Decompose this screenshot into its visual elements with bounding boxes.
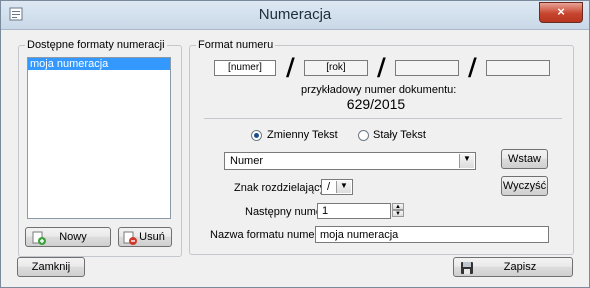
save-button[interactable]: Zapisz xyxy=(453,257,573,277)
close-window-button[interactable]: × xyxy=(539,2,583,23)
close-button-label: Zamknij xyxy=(31,261,71,273)
chevron-down-icon: ▼ xyxy=(336,181,351,193)
available-formats-title: Dostępne formaty numeracji xyxy=(25,39,167,51)
next-number-spinner[interactable]: ▲ ▼ xyxy=(392,203,404,217)
separator-slash-1: / xyxy=(286,53,295,81)
example-label: przykładowy numer dokumentu: xyxy=(301,84,457,96)
spin-down-icon[interactable]: ▼ xyxy=(392,210,404,217)
segment-2[interactable]: [rok] xyxy=(304,60,368,76)
separator-label: Znak rozdzielający xyxy=(234,182,326,194)
format-name-input[interactable]: moja numeracja xyxy=(315,226,549,243)
example-value: 629/2015 xyxy=(346,96,406,112)
close-icon: × xyxy=(557,4,565,19)
separator-slash-3: / xyxy=(468,53,477,81)
divider xyxy=(204,118,562,119)
radio-variable-text-label[interactable]: Zmienny Tekst xyxy=(267,129,338,141)
segment-4[interactable] xyxy=(486,60,550,76)
next-number-value: 1 xyxy=(322,205,329,217)
segment-1[interactable]: [numer] xyxy=(214,60,276,76)
radio-fixed-text[interactable] xyxy=(358,130,369,141)
variable-select-value: Numer xyxy=(230,155,264,167)
chevron-down-icon: ▼ xyxy=(459,154,474,168)
clear-button-label: Wyczyść xyxy=(502,180,547,192)
separator-slash-2: / xyxy=(377,53,386,81)
separator-select[interactable]: / ▼ xyxy=(321,179,353,195)
number-format-title: Format numeru xyxy=(196,39,276,51)
save-button-label: Zapisz xyxy=(503,261,537,273)
delete-format-button[interactable]: Usuń xyxy=(118,227,172,247)
radio-variable-text[interactable] xyxy=(251,130,262,141)
spin-up-icon[interactable]: ▲ xyxy=(392,203,404,210)
new-format-button[interactable]: Nowy xyxy=(25,227,111,247)
radio-fixed-text-label[interactable]: Stały Tekst xyxy=(373,129,426,141)
numbering-dialog: Numeracja × Dostępne formaty numeracji m… xyxy=(0,0,590,288)
clear-button[interactable]: Wyczyść xyxy=(501,176,548,196)
next-number-input[interactable]: 1 xyxy=(317,203,391,219)
insert-button-label: Wstaw xyxy=(508,153,541,165)
segment-3[interactable] xyxy=(395,60,459,76)
new-format-label: Nowy xyxy=(59,231,87,243)
close-button[interactable]: Zamknij xyxy=(17,257,85,277)
window-title: Numeracja xyxy=(258,6,332,23)
variable-select[interactable]: Numer ▼ xyxy=(224,152,476,170)
insert-button[interactable]: Wstaw xyxy=(501,149,548,169)
separator-select-value: / xyxy=(327,181,331,193)
delete-format-label: Usuń xyxy=(139,231,165,243)
format-name-value: moja numeracja xyxy=(320,228,399,241)
list-item[interactable]: moja numeracja xyxy=(28,58,170,70)
formats-list[interactable]: moja numeracja xyxy=(27,57,171,219)
title-bar: Numeracja × xyxy=(1,1,589,30)
